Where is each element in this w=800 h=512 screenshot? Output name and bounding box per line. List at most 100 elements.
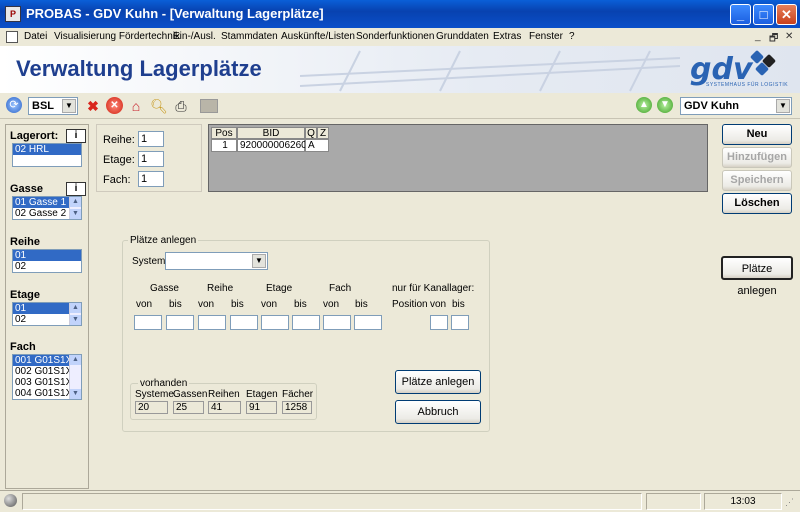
menu-datei[interactable]: Datei <box>24 31 47 42</box>
plaetze-anlegen-button[interactable]: Plätze anlegen <box>395 370 481 394</box>
refresh-icon[interactable]: ⟳ <box>6 97 22 113</box>
search-icon[interactable]: 🔍︎ <box>150 97 168 115</box>
user-select[interactable]: GDV Kuhn ▼ <box>680 97 792 115</box>
chevron-down-icon[interactable]: ▼ <box>252 254 266 268</box>
kanallager-label: nur für Kanallager: <box>392 283 475 294</box>
etage-field[interactable]: 1 <box>138 151 164 167</box>
lagerort-list[interactable]: 02 HRL <box>12 143 82 167</box>
menu-sonderfunktionen[interactable]: Sonderfunktionen <box>356 31 434 42</box>
delete-x-icon[interactable]: ✖ <box>84 97 102 115</box>
scrollbar[interactable]: ▲ ▼ <box>69 355 81 399</box>
reihe-list[interactable]: 01 02 <box>12 249 82 273</box>
list-item[interactable]: 02 <box>13 261 81 272</box>
arrow-up-icon[interactable]: ▲ <box>636 97 652 113</box>
scrollbar[interactable]: ▲ ▼ <box>69 303 81 325</box>
fach-bis-input[interactable] <box>354 315 382 330</box>
neu-button[interactable]: Neu <box>722 124 792 145</box>
data-grid[interactable]: Pos BID Q Z 1 920000006260 A <box>208 124 708 192</box>
group-title: Plätze anlegen <box>128 235 199 246</box>
mdi-minimize-button[interactable]: _ <box>755 31 761 42</box>
title-bar[interactable]: P PROBAS - GDV Kuhn - [Verwaltung Lagerp… <box>0 0 800 28</box>
scrollbar[interactable]: ▲ ▼ <box>69 197 81 219</box>
list-item[interactable]: 001 G01S1X <box>13 355 69 366</box>
app-icon[interactable]: P <box>5 6 21 22</box>
scroll-up-icon[interactable]: ▲ <box>70 197 81 207</box>
chevron-down-icon[interactable]: ▼ <box>62 99 76 113</box>
table-cell[interactable]: A <box>305 139 329 152</box>
gasse-column-label: Gasse <box>150 283 179 294</box>
bis-label: bis <box>294 299 307 310</box>
minimize-button[interactable]: _ <box>730 4 751 25</box>
list-item[interactable]: 02 <box>13 314 69 325</box>
fach-von-input[interactable] <box>323 315 351 330</box>
table-cell[interactable]: 920000006260 <box>237 139 307 152</box>
column-header[interactable]: Z <box>317 127 329 139</box>
reihe-field[interactable]: 1 <box>138 131 164 147</box>
list-item[interactable]: 01 <box>13 250 81 261</box>
scroll-up-icon[interactable]: ▲ <box>70 303 81 313</box>
reihe-bis-input[interactable] <box>230 315 258 330</box>
gasse-list[interactable]: 01 Gasse 1 02 Gasse 2 ▲ ▼ <box>12 196 82 220</box>
etage-list[interactable]: 01 02 ▲ ▼ <box>12 302 82 326</box>
logo-subtitle: SYSTEMHAUS FÜR LOGISTIK <box>706 82 789 88</box>
menu-visualisierung[interactable]: Visualisierung Fördertechnik <box>54 31 180 42</box>
fach-list[interactable]: 001 G01S1X 002 G01S1X 003 G01S1X 004 G01… <box>12 354 82 400</box>
menu-fenster[interactable]: Fenster <box>529 31 563 42</box>
scroll-down-icon[interactable]: ▼ <box>70 209 81 219</box>
system-select[interactable]: BSL ▼ <box>28 97 78 115</box>
von-label: von <box>198 299 215 310</box>
etage-von-input[interactable] <box>261 315 289 330</box>
system-dropdown[interactable]: ▼ <box>165 252 268 270</box>
fach-field[interactable]: 1 <box>138 171 164 187</box>
von-label: von <box>136 299 153 310</box>
lagerort-info-button[interactable]: i <box>66 129 86 143</box>
menu-stammdaten[interactable]: Stammdaten <box>221 31 278 42</box>
list-item[interactable]: 02 Gasse 2 <box>13 208 69 219</box>
resize-grip-icon[interactable]: ⋰ <box>785 496 797 508</box>
mdi-close-button[interactable]: ✕ <box>785 31 793 42</box>
reihe-label: Reihe <box>10 236 40 248</box>
menu-ein-ausl[interactable]: Ein-/Ausl. <box>173 31 216 42</box>
gasse-bis-input[interactable] <box>166 315 194 330</box>
menu-extras[interactable]: Extras <box>493 31 521 42</box>
stop-icon[interactable]: ✕ <box>106 97 123 114</box>
faecher-value: 1258 <box>282 401 312 414</box>
chevron-down-icon[interactable]: ▼ <box>776 99 790 113</box>
column-header[interactable]: BID <box>237 127 305 139</box>
etage-bis-input[interactable] <box>292 315 320 330</box>
list-item[interactable]: 004 G01S1X <box>13 388 69 399</box>
speichern-button[interactable]: Speichern <box>722 170 792 191</box>
position-bis-input[interactable] <box>451 315 469 330</box>
menu-grunddaten[interactable]: Grunddaten <box>436 31 489 42</box>
gassen-value: 25 <box>173 401 204 414</box>
list-item[interactable]: 01 Gasse 1 <box>13 197 69 208</box>
table-cell[interactable]: 1 <box>211 139 237 152</box>
menu-auskuenfte[interactable]: Auskünfte/Listen <box>281 31 355 42</box>
reihe-von-input[interactable] <box>198 315 226 330</box>
list-item[interactable]: 01 <box>13 303 69 314</box>
home-icon[interactable]: ⌂ <box>127 97 145 115</box>
print-icon[interactable]: ⎙ <box>172 97 190 115</box>
maximize-button[interactable]: □ <box>753 4 774 25</box>
loeschen-button[interactable]: Löschen <box>722 193 792 214</box>
gassen-label: Gassen <box>173 389 208 400</box>
list-item[interactable]: 002 G01S1X <box>13 366 69 377</box>
list-item[interactable]: 02 HRL <box>13 144 81 155</box>
scroll-up-icon[interactable]: ▲ <box>70 355 81 365</box>
document-icon[interactable] <box>6 31 18 43</box>
plaetze-anlegen-toggle-button[interactable]: Plätze anlegen <box>721 256 793 297</box>
abbruch-button[interactable]: Abbruch <box>395 400 481 424</box>
list-item[interactable]: 003 G01S1X <box>13 377 69 388</box>
column-header[interactable]: Q <box>305 127 317 139</box>
arrow-down-icon[interactable]: ▼ <box>657 97 673 113</box>
scroll-down-icon[interactable]: ▼ <box>70 389 81 399</box>
hinzufuegen-button[interactable]: Hinzufügen <box>722 147 792 168</box>
gasse-info-button[interactable]: i <box>66 182 86 196</box>
close-button[interactable]: ✕ <box>776 4 797 25</box>
scroll-down-icon[interactable]: ▼ <box>70 315 81 325</box>
menu-help[interactable]: ? <box>569 31 575 42</box>
position-von-input[interactable] <box>430 315 448 330</box>
column-header[interactable]: Pos <box>211 127 237 139</box>
reihe-field-label: Reihe: <box>103 134 135 146</box>
gasse-von-input[interactable] <box>134 315 162 330</box>
